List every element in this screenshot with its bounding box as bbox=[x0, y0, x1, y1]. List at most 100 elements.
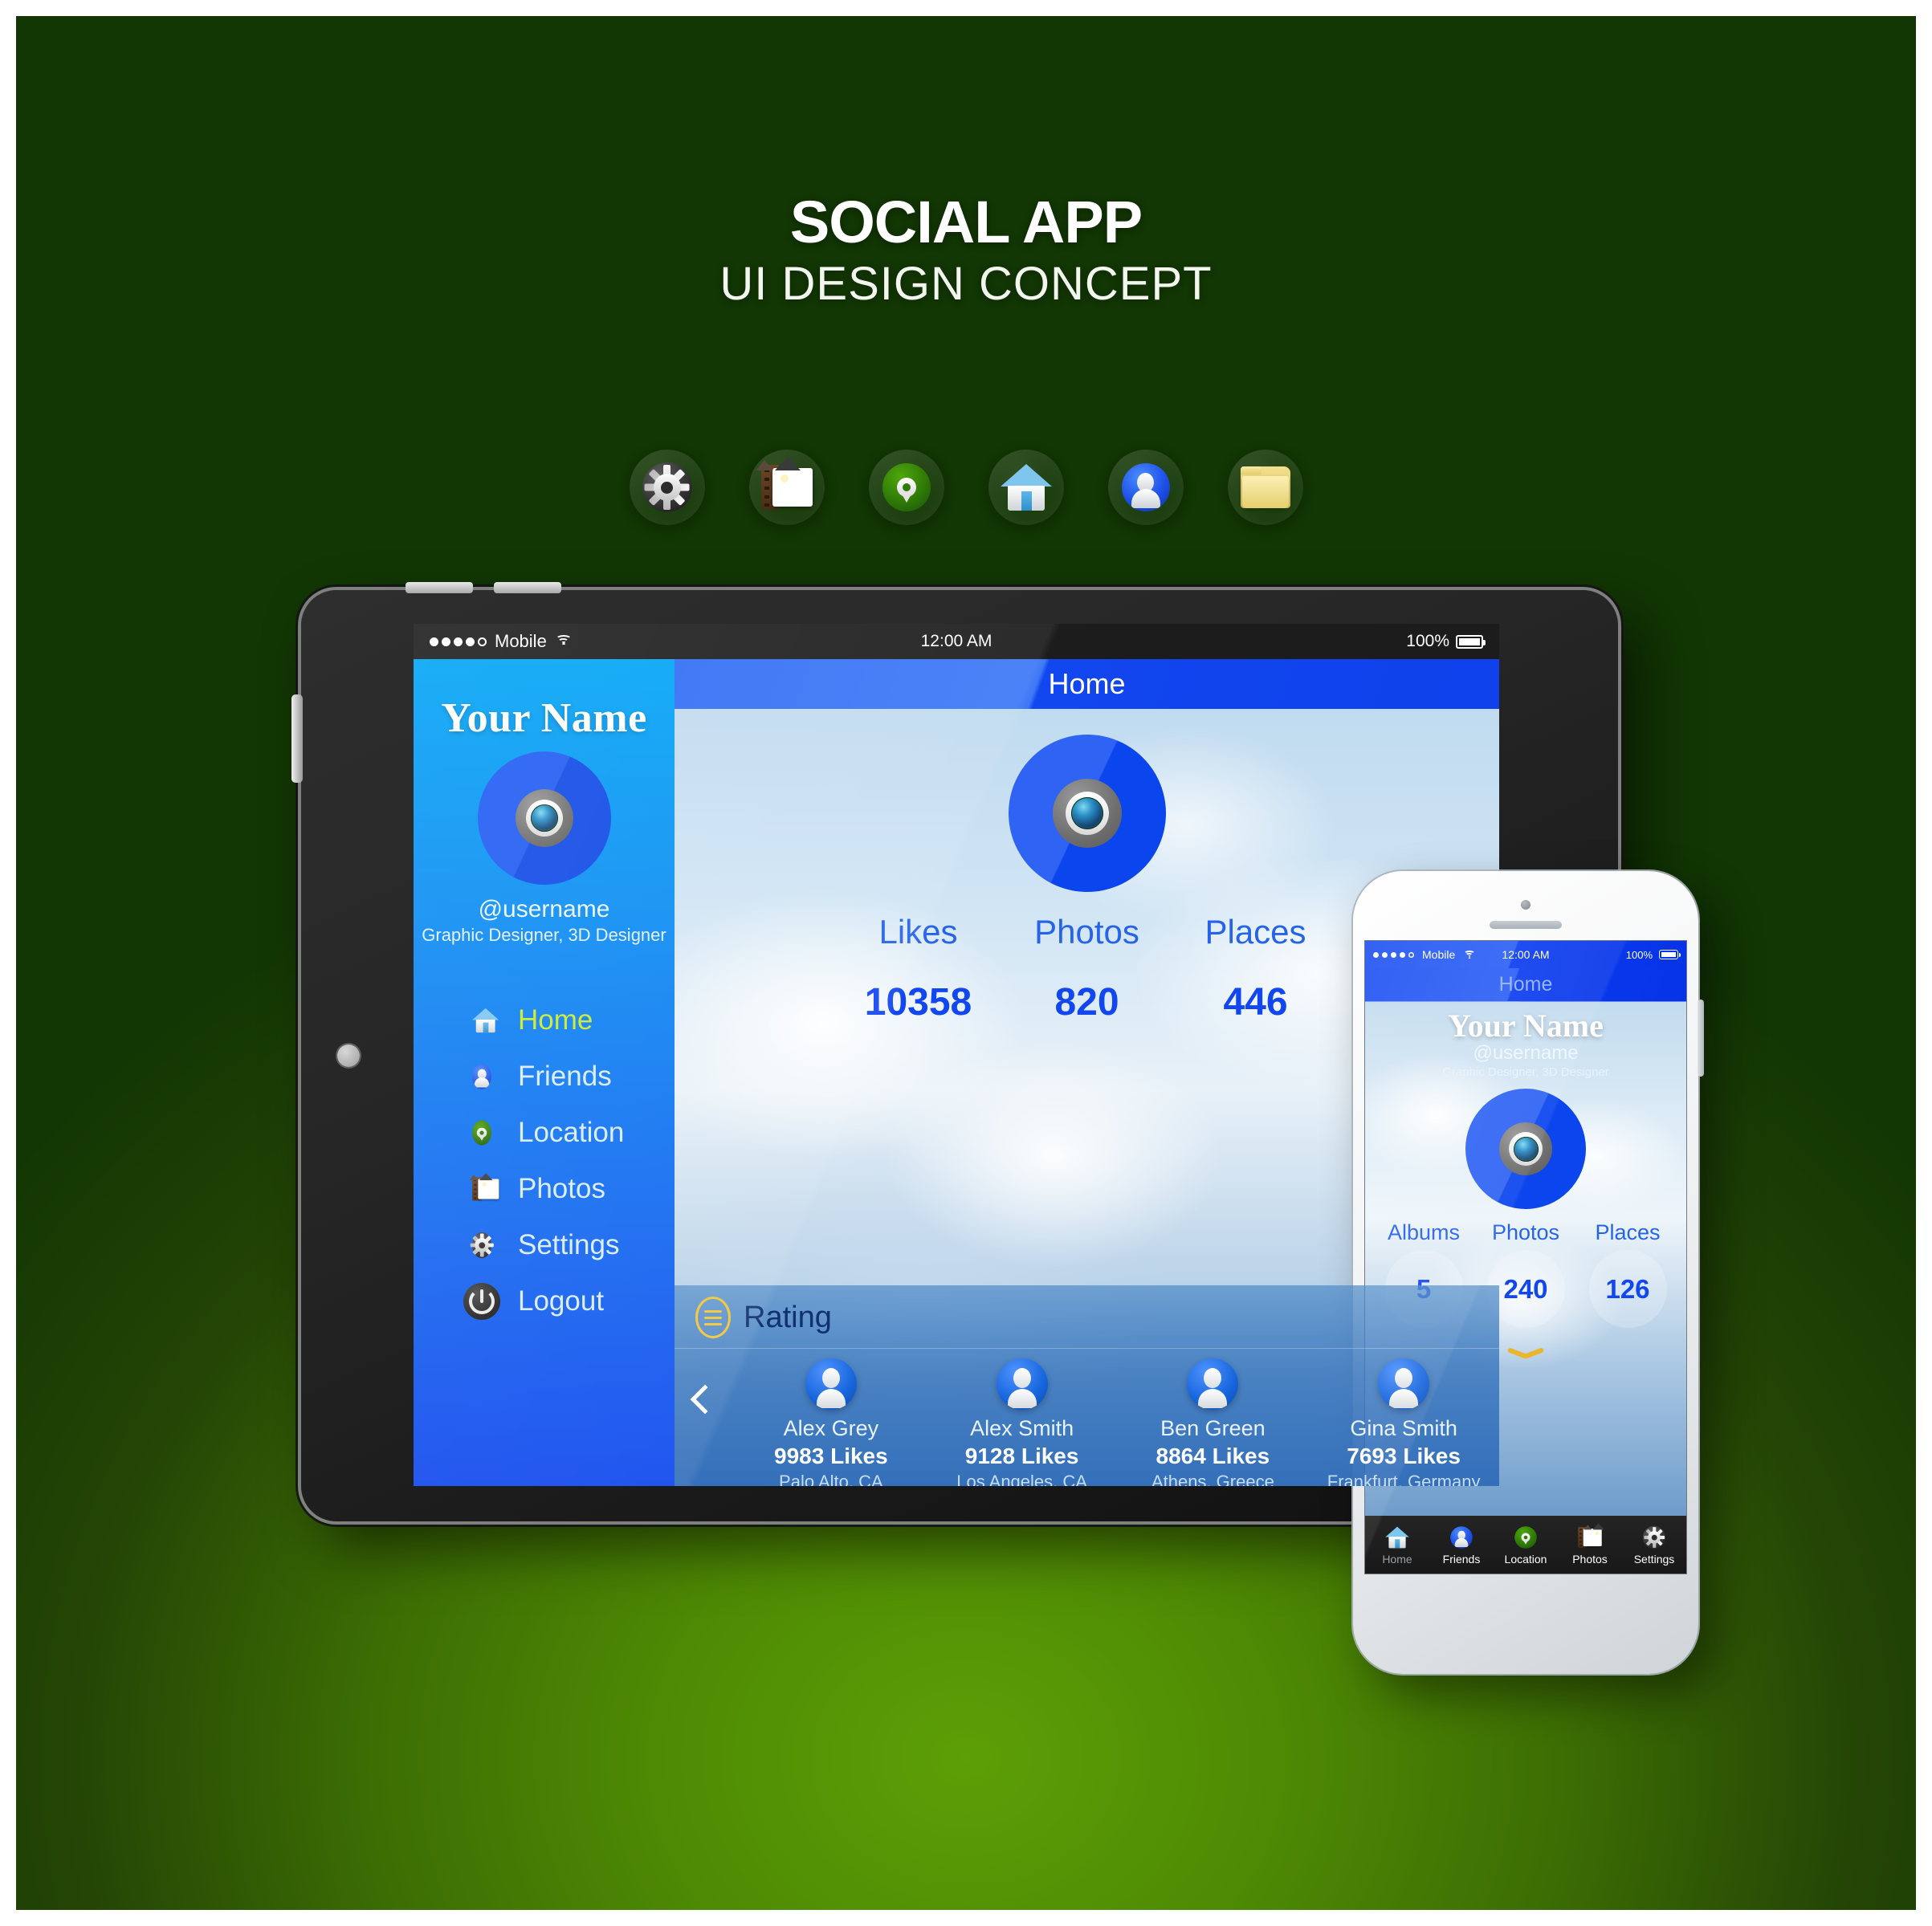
battery-percent-label: 100% bbox=[1406, 632, 1449, 650]
home-icon bbox=[463, 1002, 500, 1039]
location-pin-icon bbox=[463, 1114, 500, 1151]
sidebar-item-label: Friends bbox=[518, 1061, 612, 1092]
folder-icon[interactable] bbox=[1227, 450, 1303, 525]
sidebar-item-label: Location bbox=[518, 1117, 625, 1148]
battery-percent-label: 100% bbox=[1625, 948, 1653, 961]
screen-title: Home bbox=[1498, 973, 1553, 996]
phone-tab-bar: Home Friends Location Photos Settings bbox=[1365, 1516, 1686, 1574]
sidebar: Your Name @username Graphic Designer, 3D… bbox=[414, 659, 675, 1486]
tablet-home-button[interactable] bbox=[337, 1044, 360, 1067]
location-pin-icon[interactable] bbox=[868, 450, 944, 525]
list-item[interactable]: Ben Green 8864 Likes Athens, Greece bbox=[1118, 1358, 1309, 1486]
user-location: Palo Alto, CA bbox=[779, 1472, 883, 1486]
profile-username: @username bbox=[1473, 1042, 1579, 1064]
user-name: Gina Smith bbox=[1350, 1416, 1457, 1440]
tab-label: Photos bbox=[1572, 1553, 1608, 1566]
list-item[interactable]: Alex Smith 9128 Likes Los Angeles, CA bbox=[927, 1358, 1118, 1486]
person-icon bbox=[1429, 1522, 1494, 1553]
tab-home[interactable]: Home bbox=[1365, 1522, 1429, 1567]
location-pin-icon bbox=[1494, 1522, 1558, 1553]
tab-location[interactable]: Location bbox=[1494, 1522, 1558, 1567]
list-item[interactable]: Alex Grey 9983 Likes Palo Alto, CA bbox=[736, 1358, 927, 1486]
user-likes: 9128 Likes bbox=[964, 1443, 1079, 1468]
sidebar-item-home[interactable]: Home bbox=[414, 992, 675, 1049]
person-icon[interactable] bbox=[1107, 450, 1184, 525]
screen-title: Home bbox=[1048, 667, 1126, 700]
sidebar-item-label: Home bbox=[518, 1004, 593, 1036]
stat-bubble: 126 bbox=[1588, 1250, 1667, 1328]
sidebar-item-photos[interactable]: Photos bbox=[414, 1161, 675, 1217]
user-likes: 7693 Likes bbox=[1347, 1443, 1461, 1468]
home-icon bbox=[1365, 1522, 1429, 1553]
user-name: Alex Grey bbox=[783, 1416, 879, 1440]
avatar[interactable] bbox=[1008, 735, 1166, 892]
profile-username: @username bbox=[478, 896, 610, 922]
stat-value: 10358 bbox=[864, 981, 972, 1024]
stat-places: Places 446 bbox=[1172, 913, 1340, 1024]
battery-icon bbox=[1456, 634, 1486, 649]
profile-name: Your Name bbox=[441, 695, 647, 741]
stat-value: 446 bbox=[1223, 981, 1288, 1024]
tab-settings[interactable]: Settings bbox=[1622, 1522, 1686, 1567]
stat-photos: Photos 820 bbox=[1003, 913, 1172, 1024]
person-icon bbox=[463, 1058, 500, 1095]
chevron-down-icon[interactable] bbox=[1508, 1346, 1543, 1363]
photos-icon bbox=[1558, 1522, 1622, 1553]
tablet-power-button[interactable] bbox=[291, 694, 303, 783]
avatar[interactable] bbox=[477, 751, 611, 885]
sidebar-item-label: Photos bbox=[518, 1173, 605, 1204]
tab-friends[interactable]: Friends bbox=[1429, 1522, 1494, 1567]
avatar bbox=[1378, 1358, 1430, 1410]
rating-title: Rating bbox=[744, 1300, 832, 1334]
user-location: Los Angeles, CA bbox=[956, 1472, 1087, 1486]
rating-header: Rating bbox=[675, 1285, 1499, 1349]
home-icon[interactable] bbox=[988, 450, 1064, 525]
tablet-volume-button-down[interactable] bbox=[494, 582, 561, 593]
poster-header: SOCIAL APP UI DESIGN CONCEPT bbox=[16, 193, 1916, 309]
sidebar-item-settings[interactable]: Settings bbox=[414, 1217, 675, 1273]
tab-label: Location bbox=[1504, 1553, 1547, 1566]
stat-label: Places bbox=[1204, 913, 1306, 951]
tab-photos[interactable]: Photos bbox=[1558, 1522, 1622, 1567]
main-top-bar: Home bbox=[675, 659, 1499, 709]
tablet-screen: Mobile 12:00 AM 100% Your Name @username… bbox=[414, 624, 1499, 1486]
status-time: 12:00 AM bbox=[920, 632, 992, 650]
sidebar-item-logout[interactable]: Logout bbox=[414, 1273, 675, 1329]
phone-power-button[interactable] bbox=[1698, 1000, 1704, 1077]
avatar bbox=[996, 1358, 1048, 1410]
stat-label: Places bbox=[1595, 1220, 1661, 1244]
tablet-volume-button-up[interactable] bbox=[406, 582, 473, 593]
gear-icon bbox=[463, 1227, 500, 1264]
phone-front-camera bbox=[1521, 900, 1531, 910]
hamburger-icon[interactable] bbox=[695, 1297, 731, 1338]
sidebar-nav: Home Friends Location Photos Settings Lo… bbox=[414, 992, 675, 1329]
photos-icon[interactable] bbox=[748, 450, 825, 525]
sidebar-item-label: Settings bbox=[518, 1229, 620, 1260]
list-item[interactable]: Gina Smith 7693 Likes Frankfurt, Germany bbox=[1308, 1358, 1499, 1486]
avatar bbox=[1187, 1358, 1239, 1410]
stat-value: 126 bbox=[1605, 1273, 1650, 1304]
stat-likes: Likes 10358 bbox=[834, 913, 1003, 1024]
stat-label: Photos bbox=[1034, 913, 1139, 951]
phone-earpiece-speaker bbox=[1490, 921, 1562, 929]
poster-background: SOCIAL APP UI DESIGN CONCEPT Mobile 12:0… bbox=[16, 16, 1916, 1910]
user-name: Ben Green bbox=[1160, 1416, 1266, 1440]
camera-lens-icon bbox=[1052, 779, 1122, 848]
battery-icon bbox=[1659, 950, 1681, 959]
phone-status-bar: Mobile 12:00 AM 100% bbox=[1365, 941, 1686, 968]
chevron-left-icon[interactable] bbox=[675, 1358, 736, 1415]
status-battery-group: 100% bbox=[1406, 632, 1486, 651]
sidebar-item-location[interactable]: Location bbox=[414, 1105, 675, 1161]
rating-panel: Rating Alex Grey 9983 Likes Palo Alto, C… bbox=[675, 1285, 1499, 1486]
tab-label: Home bbox=[1382, 1553, 1412, 1566]
tablet-app-body: Your Name @username Graphic Designer, 3D… bbox=[414, 659, 1499, 1486]
stat-value: 820 bbox=[1054, 981, 1119, 1024]
sidebar-item-label: Logout bbox=[518, 1285, 605, 1317]
avatar[interactable] bbox=[1465, 1089, 1586, 1209]
rating-list: Alex Grey 9983 Likes Palo Alto, CA Alex … bbox=[675, 1349, 1499, 1486]
sidebar-item-friends[interactable]: Friends bbox=[414, 1049, 675, 1105]
gear-icon[interactable] bbox=[629, 450, 705, 525]
stat-places: Places 126 bbox=[1577, 1220, 1679, 1328]
camera-lens-icon bbox=[515, 789, 573, 847]
user-location: Frankfurt, Germany bbox=[1327, 1472, 1481, 1486]
